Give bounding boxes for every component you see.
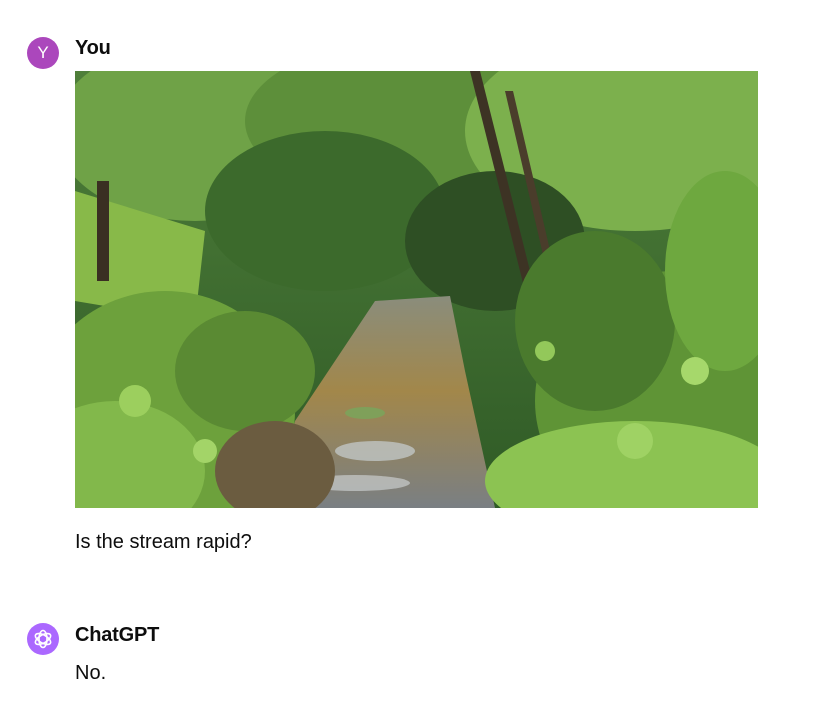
assistant-message-text: No. bbox=[75, 662, 107, 684]
user-avatar: Y bbox=[27, 37, 59, 69]
stream-photo[interactable] bbox=[75, 71, 758, 508]
user-author-name: You bbox=[75, 37, 111, 59]
user-avatar-letter: Y bbox=[37, 43, 49, 62]
assistant-author-name: ChatGPT bbox=[75, 624, 160, 646]
user-message-text: Is the stream rapid? bbox=[75, 531, 252, 553]
openai-logo-icon bbox=[34, 629, 52, 649]
assistant-avatar bbox=[27, 623, 59, 655]
